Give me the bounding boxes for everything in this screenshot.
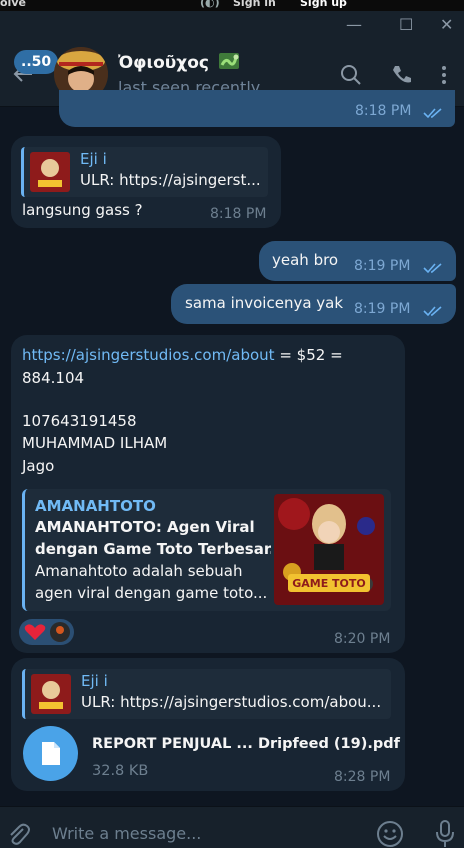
preview-description: agen viral dengan game toto... [35, 584, 268, 602]
message-text: langsung gass ? [22, 201, 143, 219]
double-check-icon [423, 306, 442, 317]
preview-image: GAME TOTO [274, 494, 384, 605]
double-check-icon [423, 263, 442, 274]
reply-thumbnail [30, 152, 70, 192]
message-time: 8:28 PM [334, 769, 391, 785]
emoji-icon[interactable] [376, 820, 404, 848]
reply-text: ULR: https://ajsingerst... [80, 171, 261, 189]
message-input[interactable]: Write a message... [52, 824, 201, 843]
snake-emoji-icon [218, 53, 239, 69]
file-name[interactable]: REPORT PENJUAL ... Dripfeed (19).pdf [92, 736, 400, 752]
message-text-line: 107643191458 [22, 412, 137, 430]
window-titlebar: — ☐ ✕ [0, 11, 464, 41]
message-bubble-outgoing[interactable]: 8:18 PM [59, 90, 455, 127]
heart-reaction-icon [24, 624, 46, 640]
search-icon[interactable] [339, 63, 363, 87]
link-preview[interactable]: AMANAHTOTO AMANAHTOTO: Agen Viral dengan… [22, 489, 391, 611]
reply-preview[interactable]: Eji i ULR: https://ajsingerst... [21, 147, 268, 197]
message-time: 8:18 PM [210, 206, 267, 222]
unread-badge: ..50 [14, 50, 59, 74]
message-text: yeah bro [272, 251, 339, 269]
file-size: 32.8 KB [92, 763, 149, 779]
preview-site-name: AMANAHTOTO [35, 497, 156, 515]
message-time: 8:19 PM [354, 301, 411, 317]
message-time: 8:20 PM [334, 631, 391, 647]
message-bubble-outgoing[interactable]: yeah bro 8:19 PM [259, 241, 456, 281]
message-text-line: https://ajsingerstudios.com/about = $52 … [22, 346, 343, 364]
sign-up-link[interactable]: Sign up [300, 0, 347, 9]
file-icon[interactable] [23, 726, 78, 781]
preview-title: dengan Game Toto Terbesar... [35, 540, 271, 558]
message-text-line: MUHAMMAD ILHAM [22, 434, 168, 452]
double-check-icon [423, 108, 442, 119]
message-link[interactable]: https://ajsingerstudios.com/about [22, 346, 275, 364]
message-text-line: Jago [22, 457, 55, 475]
sign-in-link[interactable]: Sign in [233, 0, 276, 9]
top-left-text: olve [0, 0, 26, 9]
message-text-line: 884.104 [22, 369, 85, 387]
chat-title[interactable]: Ὀφιοῦχος [118, 51, 240, 73]
preview-image-caption: GAME TOTO [292, 577, 366, 590]
reply-preview[interactable]: Eji i ULR: https://ajsingerstudios.com/a… [22, 669, 391, 719]
phone-icon[interactable] [390, 63, 414, 87]
maximize-icon[interactable]: ☐ [399, 15, 413, 34]
preview-title: AMANAHTOTO: Agen Viral [35, 518, 255, 536]
reply-sender: Eji i [80, 150, 107, 168]
message-composer: Write a message... [0, 806, 464, 848]
message-text: sama invoicenya yak [185, 294, 344, 312]
more-options-icon[interactable] [432, 63, 456, 87]
reply-thumbnail [31, 674, 71, 714]
message-bubble-outgoing[interactable]: sama invoicenya yak 8:19 PM [171, 284, 456, 324]
microphone-icon[interactable] [434, 819, 456, 848]
reply-text: ULR: https://ajsingerstudios.com/abou... [81, 693, 382, 711]
message-time: 8:18 PM [355, 103, 412, 119]
top-strip: olve (◐) Sign in Sign up [0, 0, 464, 11]
close-icon[interactable]: ✕ [440, 15, 453, 34]
minimize-icon[interactable]: — [346, 15, 362, 34]
top-icon: (◐) [200, 0, 220, 9]
preview-description: Amanahtoto adalah sebuah [35, 562, 243, 580]
reactions-bar[interactable] [19, 619, 74, 645]
attach-icon[interactable] [6, 821, 30, 847]
message-bubble-incoming[interactable]: Eji i ULR: https://ajsingerst... langsun… [11, 136, 281, 228]
reply-sender: Eji i [81, 672, 108, 690]
message-time: 8:19 PM [354, 258, 411, 274]
